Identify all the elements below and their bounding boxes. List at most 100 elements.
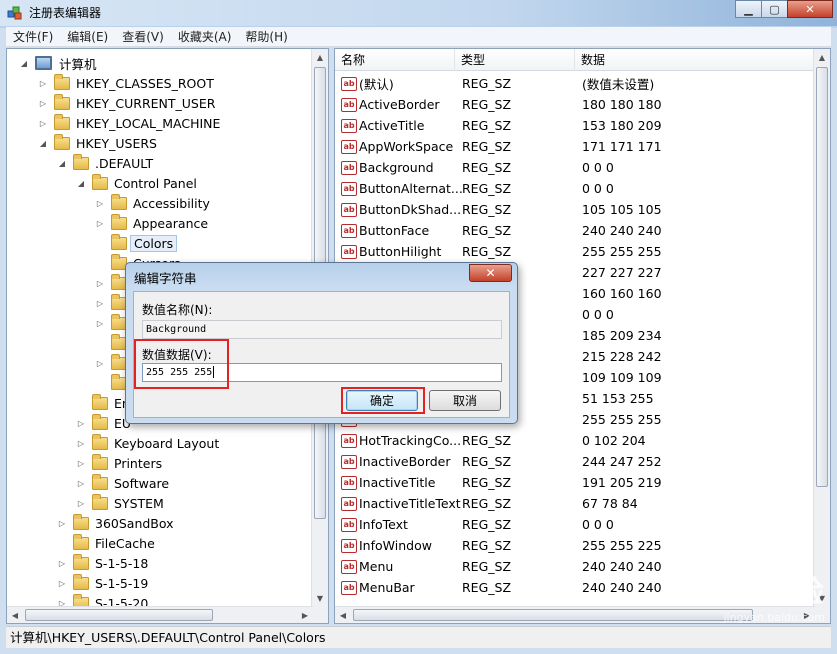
folder-icon [111,213,127,230]
tree-node[interactable]: ▷ Accessibility [95,193,213,213]
tree-hscroll-thumb[interactable] [25,609,213,621]
string-value-icon: ab [341,496,357,511]
expand-arrow-icon[interactable]: ▷ [95,359,105,368]
value-row[interactable]: ab ButtonAlternat... REG_SZ 0 0 0 [335,178,815,199]
menu-favorites[interactable]: 收藏夹(A) [171,28,239,45]
value-name: ButtonDkShad... [359,202,462,217]
value-row[interactable]: ab ButtonDkShad... REG_SZ 105 105 105 [335,199,815,220]
tree-node[interactable]: ▷ Keyboard Layout [76,433,222,453]
menu-help[interactable]: 帮助(H) [238,28,294,45]
value-row[interactable]: ab InfoText REG_SZ 0 0 0 [335,514,815,535]
menu-view[interactable]: 查看(V) [115,28,171,45]
collapse-arrow-icon[interactable]: ◢ [38,139,48,148]
tree-node[interactable]: ▷ Printers [76,453,165,473]
tree-node[interactable]: ◢ Control Panel [76,173,200,193]
expand-arrow-icon[interactable]: ▷ [38,119,48,128]
value-data: 191 205 219 [582,475,662,490]
collapse-arrow-icon[interactable]: ◢ [19,59,29,68]
expand-arrow-icon[interactable]: ▷ [76,499,86,508]
folder-icon [92,393,108,410]
value-type: REG_SZ [462,118,512,133]
column-data[interactable]: 数据 [575,49,815,71]
tree-node-label: Control Panel [114,175,197,191]
value-row[interactable]: ab HotTrackingCo... REG_SZ 0 102 204 [335,430,815,451]
tree-node[interactable]: ◢ .DEFAULT [57,153,156,173]
cancel-button[interactable]: 取消 [429,390,501,411]
value-row[interactable]: ab InactiveTitle REG_SZ 191 205 219 [335,472,815,493]
scroll-down-arrow-icon[interactable]: ▼ [312,590,328,606]
expand-arrow-icon[interactable]: ▷ [76,459,86,468]
tree-node[interactable]: ▷ Software [76,473,172,493]
minimize-button[interactable]: ▁ [735,0,762,18]
menu-file[interactable]: 文件(F) [6,28,60,45]
tree-node[interactable]: ▷ S-1-5-19 [57,573,151,593]
collapse-arrow-icon[interactable]: ◢ [76,179,86,188]
dialog-close-button[interactable]: ✕ [469,264,512,282]
tree-node[interactable]: ▷ HKEY_CLASSES_ROOT [38,73,217,93]
value-data: 255 255 255 [582,412,662,427]
value-row[interactable]: ab ActiveTitle REG_SZ 153 180 209 [335,115,815,136]
column-type[interactable]: 类型 [455,49,575,71]
menu-edit[interactable]: 编辑(E) [60,28,115,45]
maximize-button[interactable]: ▢ [761,0,788,18]
expand-arrow-icon[interactable]: ▷ [38,79,48,88]
expand-arrow-icon[interactable]: ▷ [95,219,105,228]
expand-arrow-icon[interactable]: ▷ [76,439,86,448]
computer-icon [35,56,52,70]
expand-arrow-icon[interactable]: ▷ [76,419,86,428]
expand-arrow-icon[interactable]: ▷ [95,199,105,208]
values-vertical-scrollbar[interactable]: ▲ ▼ [813,49,830,623]
scroll-up-arrow-icon[interactable]: ▲ [312,49,328,65]
value-row[interactable]: ab ButtonHilight REG_SZ 255 255 255 [335,241,815,262]
collapse-arrow-icon[interactable]: ◢ [57,159,67,168]
value-type: REG_SZ [462,496,512,511]
value-row[interactable]: ab AppWorkSpace REG_SZ 171 171 171 [335,136,815,157]
tree-node[interactable]: ▷ 360SandBox [57,513,177,533]
value-name: InfoText [359,517,408,532]
tree-node-label: HKEY_USERS [76,135,157,151]
scroll-up-arrow-icon[interactable]: ▲ [814,49,830,65]
expand-arrow-icon[interactable]: ▷ [76,479,86,488]
string-value-icon: ab [341,454,357,469]
tree-node-label: Software [114,475,170,491]
tree-node[interactable]: ▷ Appearance [95,213,211,233]
expand-arrow-icon[interactable]: ▷ [95,299,105,308]
expand-arrow-icon[interactable]: ▷ [95,319,105,328]
value-type: REG_SZ [462,181,512,196]
tree-node[interactable]: ▷ S-1-5-18 [57,553,151,573]
string-value-icon: ab [341,160,357,175]
scroll-right-arrow-icon[interactable]: ▶ [297,607,313,623]
value-data: 0 0 0 [582,307,614,322]
column-name[interactable]: 名称 [335,49,455,71]
tree-node[interactable]: ▷ SYSTEM [76,493,167,513]
close-button[interactable]: ✕ [787,0,833,18]
tree-node-label: S-1-5-19 [95,575,149,591]
values-scroll-thumb[interactable] [816,67,828,487]
tree-node-label: .DEFAULT [95,155,154,171]
tree-node[interactable]: ◢ 计算机 [19,53,100,73]
value-row[interactable]: ab (默认) REG_SZ (数值未设置) [335,73,815,94]
scroll-left-arrow-icon[interactable]: ◀ [7,607,23,623]
value-row[interactable]: ab InfoWindow REG_SZ 255 255 225 [335,535,815,556]
expand-arrow-icon[interactable]: ▷ [57,559,67,568]
value-row[interactable]: ab ButtonFace REG_SZ 240 240 240 [335,220,815,241]
value-row[interactable]: ab ActiveBorder REG_SZ 180 180 180 [335,94,815,115]
value-data: 0 0 0 [582,181,614,196]
expand-arrow-icon[interactable]: ▷ [95,279,105,288]
expand-arrow-icon[interactable]: ▷ [38,99,48,108]
value-type: REG_SZ [462,475,512,490]
tree-node[interactable]: ◢ HKEY_USERS [38,133,160,153]
scroll-left-arrow-icon[interactable]: ◀ [335,607,351,623]
tree-node[interactable]: ▷ HKEY_CURRENT_USER [38,93,218,113]
title-bar[interactable]: 注册表编辑器 ▁ ▢ ✕ [0,0,837,26]
tree-node[interactable]: Colors [95,233,178,253]
value-row[interactable]: ab InactiveBorder REG_SZ 244 247 252 [335,451,815,472]
tree-node[interactable]: FileCache [57,533,158,553]
value-row[interactable]: ab Background REG_SZ 0 0 0 [335,157,815,178]
value-row[interactable]: ab InactiveTitleText REG_SZ 67 78 84 [335,493,815,514]
value-name: MenuBar [359,580,415,595]
expand-arrow-icon[interactable]: ▷ [57,519,67,528]
tree-node[interactable]: ▷ HKEY_LOCAL_MACHINE [38,113,223,133]
expand-arrow-icon[interactable]: ▷ [57,579,67,588]
tree-horizontal-scrollbar[interactable]: ◀ ▶ [7,606,313,623]
